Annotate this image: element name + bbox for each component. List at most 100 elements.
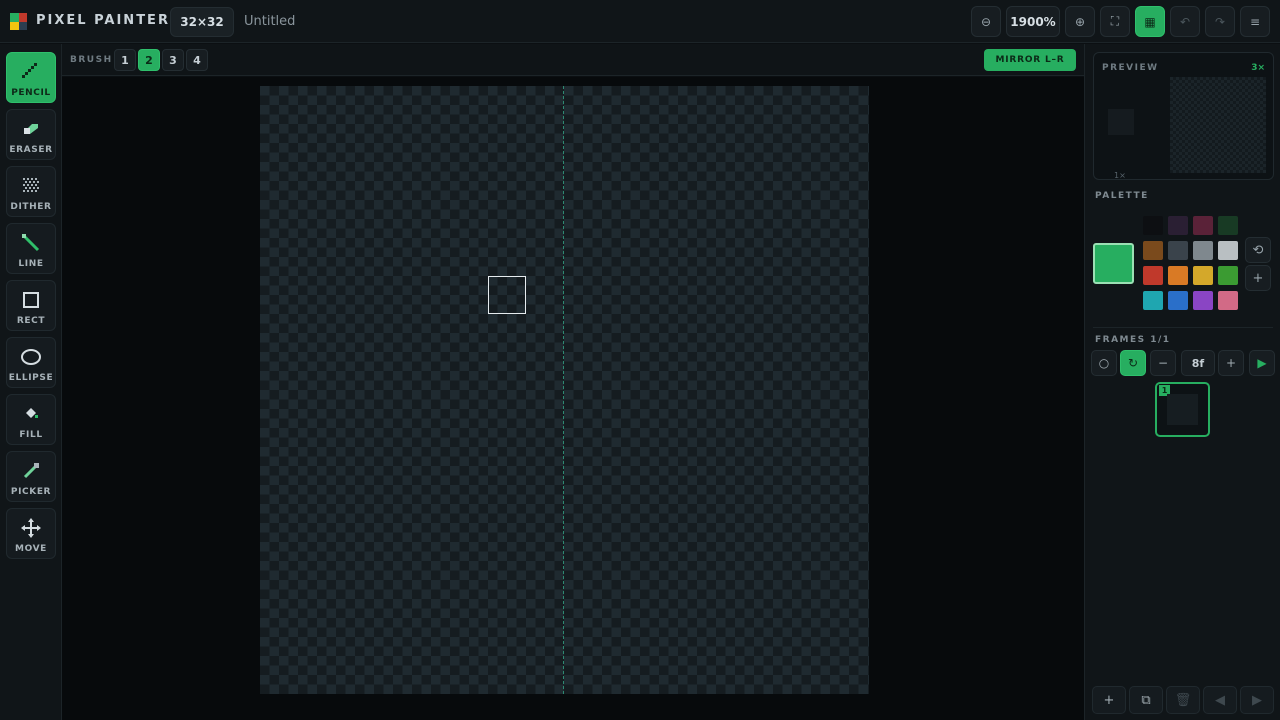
palette-swatch[interactable] (1168, 291, 1188, 310)
tool-picker[interactable]: PICKER (6, 451, 56, 502)
right-panel: PREVIEW 3× 1× PALETTE ⟲ + FRAMES 1/1 ○ ↻… (1084, 44, 1280, 720)
logo-cell (10, 13, 19, 22)
palette-swatch[interactable] (1143, 241, 1163, 260)
menu-button[interactable]: ≡ (1240, 6, 1270, 37)
brush-size-2[interactable]: 2 (138, 49, 160, 71)
redo-button[interactable]: ↷ (1205, 6, 1235, 37)
workspace (62, 77, 1084, 720)
zoom-out-icon: ⊖ (980, 14, 992, 29)
canvas-size-button[interactable]: 32×32 (170, 7, 234, 37)
minus-icon: − (1157, 356, 1169, 370)
app-title: PIXEL PAINTER (36, 13, 170, 28)
tool-label: MOVE (15, 544, 47, 554)
dither-icon (20, 175, 42, 197)
plus-icon: + (1103, 692, 1115, 708)
zoom-in-icon: ⊕ (1074, 14, 1086, 29)
grid-icon: ▦ (1144, 14, 1156, 29)
grid-toggle-button[interactable]: ▦ (1135, 6, 1165, 37)
top-bar: PIXEL PAINTER 32×32 Untitled ⊖ 1900% ⊕ ⛶… (0, 0, 1280, 43)
mirror-toggle-button[interactable]: MIRROR L–R (984, 49, 1076, 71)
tool-label: DITHER (10, 202, 52, 212)
onion-skin-button[interactable]: ○ (1091, 350, 1117, 376)
add-color-button[interactable]: + (1245, 265, 1271, 291)
add-frame-button[interactable]: + (1092, 686, 1126, 714)
palette-swatch[interactable] (1218, 291, 1238, 310)
duplicate-frame-button[interactable]: ⧉ (1129, 686, 1163, 714)
palette-swatch[interactable] (1168, 266, 1188, 285)
fit-screen-button[interactable]: ⛶ (1100, 6, 1130, 37)
current-color-swatch[interactable] (1093, 243, 1134, 284)
plus-icon: + (1225, 356, 1237, 370)
loop-button[interactable]: ↻ (1120, 350, 1146, 376)
palette-swatch[interactable] (1218, 241, 1238, 260)
brush-cursor (488, 276, 526, 314)
undo-button[interactable]: ↶ (1170, 6, 1200, 37)
tool-pencil[interactable]: PENCIL (6, 52, 56, 103)
preview-label: PREVIEW (1102, 63, 1159, 73)
fps-decrease-button[interactable]: − (1150, 350, 1176, 376)
palette-reset-button[interactable]: ⟲ (1245, 237, 1271, 263)
chevron-right-icon: ▶ (1252, 692, 1262, 708)
tool-eraser[interactable]: ERASER (6, 109, 56, 160)
menu-icon: ≡ (1249, 14, 1261, 29)
prev-frame-button[interactable]: ◀ (1203, 686, 1237, 714)
drawing-canvas[interactable] (260, 86, 869, 694)
trash-icon: 🗑 (1174, 692, 1192, 708)
mirror-guide-line (563, 86, 564, 694)
palette-swatch[interactable] (1193, 266, 1213, 285)
preview-actual-size (1108, 109, 1134, 135)
undo-icon: ↶ (1179, 14, 1191, 29)
fps-increase-button[interactable]: + (1218, 350, 1244, 376)
palette-swatch[interactable] (1218, 266, 1238, 285)
tool-ellipse[interactable]: ELLIPSE (6, 337, 56, 388)
frame-thumbnail[interactable]: 1 (1155, 382, 1210, 437)
tool-label: RECT (16, 316, 46, 326)
play-icon: ▶ (1257, 356, 1267, 370)
zoom-level[interactable]: 1900% (1006, 6, 1060, 37)
divider (1093, 327, 1273, 328)
palette-swatch[interactable] (1143, 291, 1163, 310)
tool-line[interactable]: LINE (6, 223, 56, 274)
palette-label: PALETTE (1095, 191, 1149, 201)
brush-size-4[interactable]: 4 (186, 49, 208, 71)
tool-dither[interactable]: DITHER (6, 166, 56, 217)
fill-bucket-icon (20, 403, 42, 425)
reset-icon: ⟲ (1252, 242, 1264, 258)
palette-swatch[interactable] (1143, 216, 1163, 235)
brush-bar: BRUSH 1 2 3 4 MIRROR L–R (62, 44, 1084, 76)
tool-label: FILL (19, 430, 43, 440)
palette-swatch[interactable] (1168, 241, 1188, 260)
tool-rect[interactable]: RECT (6, 280, 56, 331)
next-frame-button[interactable]: ▶ (1240, 686, 1274, 714)
file-name[interactable]: Untitled (244, 14, 295, 29)
loop-icon: ↻ (1127, 356, 1139, 370)
palette-swatch[interactable] (1193, 216, 1213, 235)
tool-move[interactable]: MOVE (6, 508, 56, 559)
line-icon (20, 232, 42, 254)
delete-frame-button[interactable]: 🗑 (1166, 686, 1200, 714)
preview-zoom-toggle[interactable]: 3× (1251, 63, 1265, 73)
tool-label: ERASER (9, 145, 53, 155)
duplicate-icon: ⧉ (1141, 692, 1151, 708)
palette-swatch[interactable] (1143, 266, 1163, 285)
tool-label: PICKER (10, 487, 52, 497)
palette-swatch[interactable] (1168, 216, 1188, 235)
eyedropper-icon (20, 460, 42, 482)
palette-swatch[interactable] (1193, 291, 1213, 310)
zoom-in-button[interactable]: ⊕ (1065, 6, 1095, 37)
onion-skin-icon: ○ (1098, 356, 1110, 370)
redo-icon: ↷ (1214, 14, 1226, 29)
palette-swatch[interactable] (1218, 216, 1238, 235)
tool-fill[interactable]: FILL (6, 394, 56, 445)
preview-small-label: 1× (1114, 171, 1126, 180)
brush-size-3[interactable]: 3 (162, 49, 184, 71)
tool-label: ELLIPSE (8, 373, 54, 383)
zoom-out-button[interactable]: ⊖ (971, 6, 1001, 37)
brush-label: BRUSH (70, 55, 113, 65)
palette-swatch[interactable] (1193, 241, 1213, 260)
brush-size-1[interactable]: 1 (114, 49, 136, 71)
app-logo-icon (10, 13, 27, 30)
play-button[interactable]: ▶ (1249, 350, 1275, 376)
tool-rail: PENCIL ERASER DITHER LINE RECT ELLIPSE F… (0, 44, 62, 720)
tool-label: LINE (18, 259, 44, 269)
